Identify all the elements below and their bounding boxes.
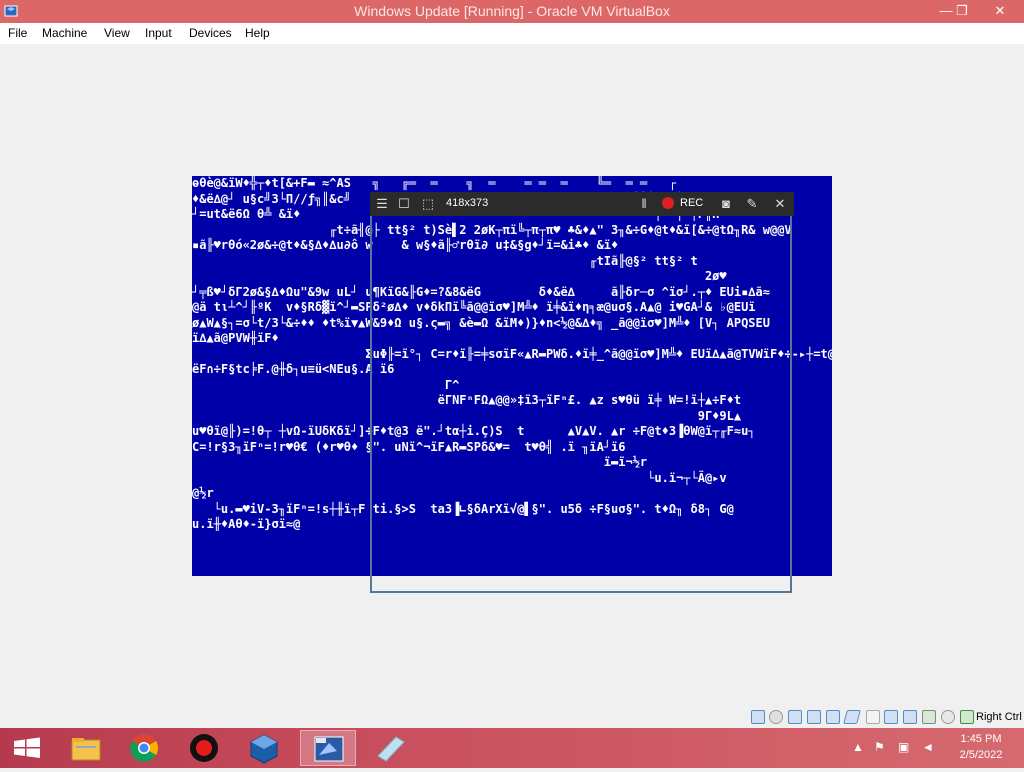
rec-button[interactable]: REC	[680, 197, 703, 209]
taskbar-notes-app[interactable]	[362, 730, 418, 766]
taskbar: ▲ ⚑ ▣ ◄ 1:45 PM 2/5/2022	[0, 728, 1024, 768]
window-title: Windows Update [Running] - Oracle VM Vir…	[354, 3, 670, 19]
pause-icon[interactable]: ‖	[636, 196, 652, 212]
recorder-app-icon	[190, 734, 218, 762]
clock-date: 2/5/2022	[959, 749, 1003, 761]
taskbar-clock[interactable]: 1:45 PM 2/5/2022	[950, 731, 1012, 763]
recorder-close-icon[interactable]: ✕	[772, 196, 788, 212]
volume-icon[interactable]: ◄	[922, 740, 934, 754]
show-hidden-icons-icon[interactable]: ▲	[852, 740, 864, 754]
hard-disk-icon[interactable]	[751, 710, 765, 724]
taskbar-virtualbox[interactable]	[236, 730, 292, 766]
audio-icon[interactable]	[807, 710, 821, 724]
network-icon[interactable]	[826, 710, 840, 724]
optical-drive-icon[interactable]	[769, 710, 783, 724]
virtualbox-vm-icon	[314, 736, 344, 762]
taskbar-chrome[interactable]	[116, 730, 172, 766]
recorder-toolbar: ☰ ☐ ⬚ 418x373 ‖ REC ◙ ✎ ✕	[370, 192, 794, 216]
window-icon[interactable]: ☐	[396, 196, 412, 212]
pen-icon[interactable]: ✎	[744, 196, 760, 212]
shared-folder-icon[interactable]	[866, 710, 880, 724]
menu-devices[interactable]: Devices	[189, 26, 232, 40]
keyboard-icon[interactable]	[960, 710, 974, 724]
taskbar-virtualbox-vm[interactable]	[300, 730, 356, 766]
host-key-label: Right Ctrl	[976, 711, 1022, 723]
menu-view[interactable]: View	[104, 26, 130, 40]
recorder-size-label: 418x373	[446, 197, 489, 209]
chrome-icon	[130, 734, 158, 762]
camera-icon[interactable]: ◙	[718, 196, 734, 212]
window-titlebar[interactable]: Windows Update [Running] - Oracle VM Vir…	[0, 0, 1024, 23]
recorder-capture-frame[interactable]	[370, 216, 792, 593]
video-capture-icon[interactable]	[903, 710, 917, 724]
close-button[interactable]: ✕	[986, 0, 1014, 22]
notes-app-icon	[377, 736, 405, 762]
display-icon[interactable]	[884, 710, 898, 724]
mouse-integration-icon[interactable]	[941, 710, 955, 724]
close-icon: ✕	[994, 3, 1006, 18]
menu-input[interactable]: Input	[145, 26, 172, 40]
cpu-icon[interactable]	[922, 710, 936, 724]
usb-icon[interactable]	[843, 710, 861, 724]
clock-time: 1:45 PM	[960, 733, 1002, 745]
restore-button[interactable]: ❐	[948, 0, 976, 22]
taskbar-file-explorer[interactable]	[58, 730, 114, 766]
menu-bar: File Machine View Input Devices Help	[0, 23, 1024, 45]
menu-icon[interactable]: ☰	[374, 196, 390, 212]
menu-file[interactable]: File	[8, 26, 27, 40]
start-icon	[14, 737, 40, 758]
start-button[interactable]	[0, 730, 56, 766]
restore-icon: ❐	[956, 3, 968, 18]
taskbar-recorder-app[interactable]	[176, 730, 232, 766]
menu-machine[interactable]: Machine	[42, 26, 87, 40]
menu-help[interactable]: Help	[245, 26, 270, 40]
network-tray-icon[interactable]: ▣	[898, 740, 909, 754]
virtualbox-icon	[250, 734, 278, 764]
region-select-icon[interactable]: ⬚	[420, 196, 436, 212]
vm-status-bar: Right Ctrl	[0, 706, 1024, 728]
floppy-icon[interactable]	[788, 710, 802, 724]
action-center-flag-icon[interactable]: ⚑	[874, 740, 885, 754]
record-dot-icon[interactable]	[662, 197, 674, 209]
file-explorer-icon	[71, 738, 101, 761]
